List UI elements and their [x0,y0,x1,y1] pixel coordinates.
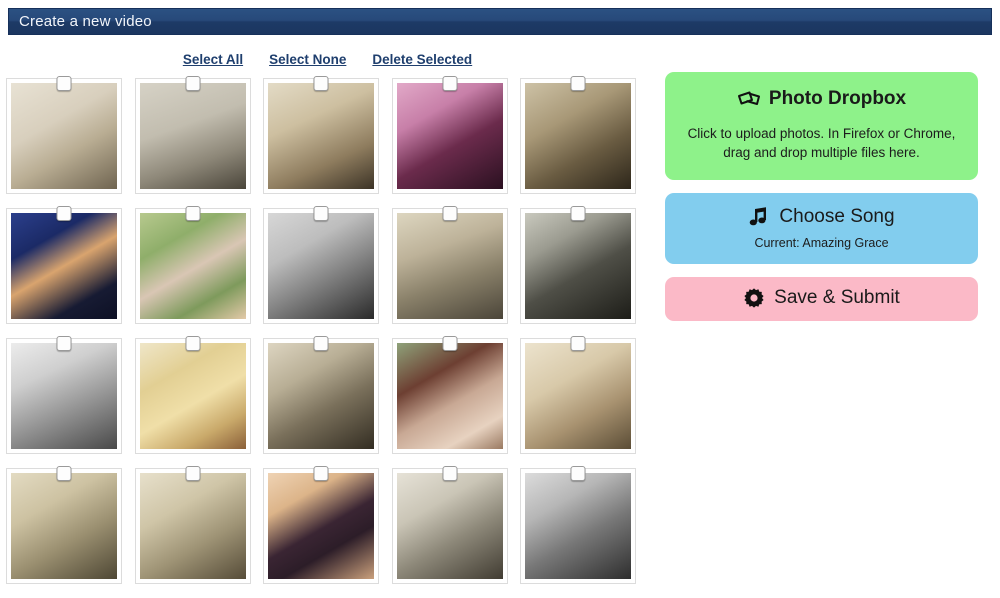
photo-select-checkbox[interactable] [56,206,72,221]
photo-tile[interactable] [134,76,251,194]
choose-song-button[interactable]: Choose Song Current: Amazing Grace [665,193,978,265]
photo-select-checkbox[interactable] [570,466,586,481]
photo-tile[interactable] [520,336,637,454]
select-none-link[interactable]: Select None [269,52,346,67]
photo-tile[interactable] [391,206,508,324]
photo-select-checkbox[interactable] [185,336,201,351]
photo-select-checkbox[interactable] [185,206,201,221]
photo-select-checkbox[interactable] [442,76,458,91]
photo-tile[interactable] [134,466,251,584]
photo-tile[interactable] [134,336,251,454]
choose-song-title: Choose Song [679,206,964,228]
photo-thumbnail [268,213,375,319]
photo-grid [6,76,656,598]
photo-dropbox-title: Photo Dropbox [683,88,960,110]
photo-tile[interactable] [6,336,122,454]
photo-tile[interactable] [391,76,508,194]
photo-select-checkbox[interactable] [442,206,458,221]
photo-dropbox-description: Click to upload photos. In Firefox or Ch… [687,126,956,161]
photo-thumbnail [268,343,375,449]
actions-panel: Photo Dropbox Click to upload photos. In… [665,72,978,322]
photo-thumbnail [525,343,632,449]
select-all-link[interactable]: Select All [183,52,243,67]
photo-thumbnail [268,473,375,579]
save-submit-label: Save & Submit [774,287,900,309]
save-submit-button[interactable]: Save & Submit [665,277,978,322]
photo-select-checkbox[interactable] [56,466,72,481]
photo-tile[interactable] [6,76,122,194]
selection-toolbar: Select All Select None Delete Selected [0,52,655,67]
photo-thumbnail [11,83,117,189]
photo-tile[interactable] [134,206,251,324]
photo-thumbnail [11,473,117,579]
photo-tile[interactable] [520,466,637,584]
gear-icon [743,287,765,309]
photo-thumbnail [268,83,375,189]
photo-select-checkbox[interactable] [313,76,329,91]
photo-tile[interactable] [391,466,508,584]
photo-thumbnail [525,213,632,319]
photo-thumbnail [139,473,246,579]
page-title: Create a new video [19,13,152,30]
choose-song-label: Choose Song [779,206,895,228]
photo-thumbnail [396,343,503,449]
photos-icon [737,89,761,109]
photo-thumbnail [396,213,503,319]
photo-tile[interactable] [263,336,380,454]
music-note-icon [748,206,770,228]
photo-select-checkbox[interactable] [185,466,201,481]
photo-thumbnail [525,473,632,579]
save-submit-title: Save & Submit [679,287,964,309]
photo-tile[interactable] [6,466,122,584]
photo-select-checkbox[interactable] [56,76,72,91]
current-song-label: Current: Amazing Grace [754,236,889,251]
photo-tile[interactable] [391,336,508,454]
photo-select-checkbox[interactable] [56,336,72,351]
photo-tile[interactable] [6,206,122,324]
photo-thumbnail [11,213,117,319]
photo-select-checkbox[interactable] [313,206,329,221]
photo-select-checkbox[interactable] [442,336,458,351]
photo-select-checkbox[interactable] [570,76,586,91]
photo-dropbox-label: Photo Dropbox [768,88,907,109]
photo-thumbnail [396,473,503,579]
photo-tile[interactable] [263,206,380,324]
photo-tile[interactable] [520,206,637,324]
photo-thumbnail [139,343,246,449]
photo-thumbnail [525,83,632,189]
photo-select-checkbox[interactable] [313,466,329,481]
photo-dropbox-button[interactable]: Photo Dropbox Click to upload photos. In… [665,72,978,181]
photo-tile[interactable] [263,466,380,584]
photo-thumbnail [396,83,503,189]
window-title-bar: Create a new video [8,8,992,35]
photo-thumbnail [11,343,117,449]
photo-select-checkbox[interactable] [570,336,586,351]
delete-selected-link[interactable]: Delete Selected [372,52,472,67]
photo-select-checkbox[interactable] [570,206,586,221]
photo-select-checkbox[interactable] [185,76,201,91]
photo-select-checkbox[interactable] [313,336,329,351]
photo-thumbnail [139,83,246,189]
photo-tile[interactable] [263,76,380,194]
photo-select-checkbox[interactable] [442,466,458,481]
photo-tile[interactable] [520,76,637,194]
photo-thumbnail [139,213,246,319]
